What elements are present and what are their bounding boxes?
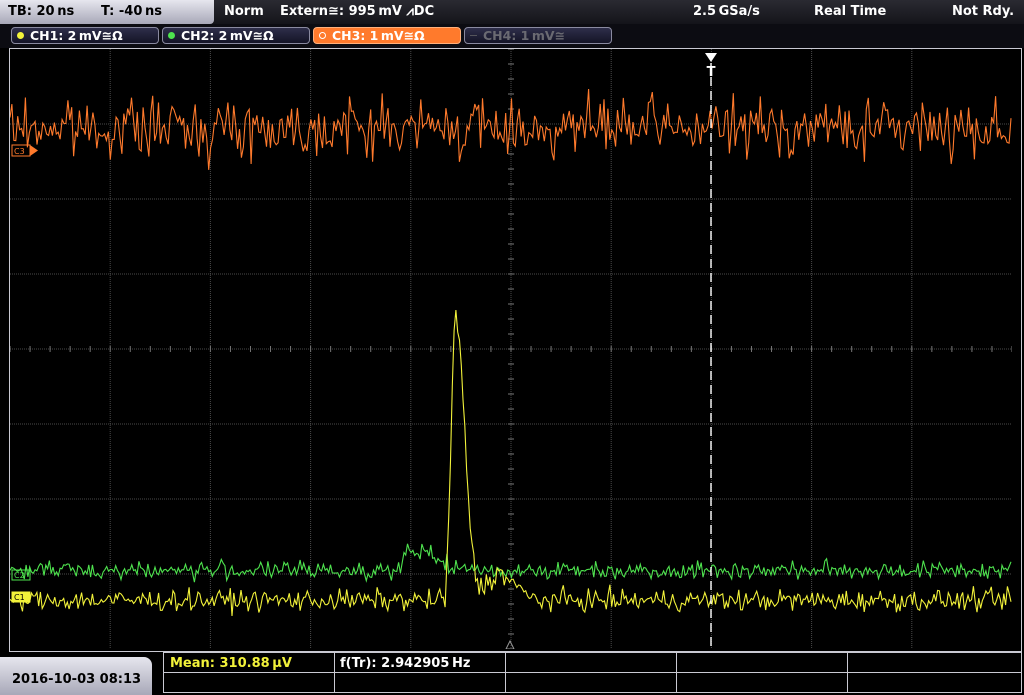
measurement-divider	[847, 653, 848, 692]
sample-rate-label: 2.5 GSa/s	[693, 4, 760, 19]
ch2-marker-label: C2	[14, 571, 25, 580]
channel-1-dot-icon	[17, 32, 24, 39]
trigger-time-label: T: -40 ns	[101, 4, 162, 19]
channel-4-button[interactable]: CH4: 1 mV≅	[464, 27, 612, 44]
channel-bar: CH1: 2 mV≅Ω CH2: 2 mV≅Ω CH3: 1 mV≅Ω CH4:…	[0, 24, 1024, 48]
timebase-box[interactable]: TB: 20 ns T: -40 ns	[0, 0, 214, 24]
bottom-bar: 2016-10-03 08:13 Mean: 310.88 µV f(Tr): …	[0, 652, 1024, 695]
acquisition-mode-label: Real Time	[814, 4, 887, 19]
measurement-divider	[334, 653, 335, 692]
trigger-source-label[interactable]: Extern≅: 995 mV ⩘DC	[280, 4, 434, 19]
waveform-display[interactable]: T C3 C2 C1	[10, 49, 1012, 649]
datetime-label: 2016-10-03 08:13	[12, 672, 142, 687]
channel-2-label: CH2: 2 mV≅Ω	[181, 28, 274, 43]
channel-1-button[interactable]: CH1: 2 mV≅Ω	[11, 27, 159, 44]
measurement-divider	[164, 672, 1021, 673]
channel-3-label: CH3: 1 mV≅Ω	[332, 28, 425, 43]
measurement-panel[interactable]: Mean: 310.88 µV f(Tr): 2.942905 Hz	[163, 652, 1022, 693]
trigger-mode-label[interactable]: Norm	[224, 4, 264, 19]
ch3-offset-marker[interactable]: C3	[11, 144, 38, 157]
ch1-offset-marker[interactable]: C1	[11, 591, 31, 603]
trigger-arrow-icon[interactable]	[705, 53, 717, 62]
channel-2-dot-icon	[168, 32, 175, 39]
mean-measurement: Mean: 310.88 µV	[170, 656, 292, 671]
channel-2-button[interactable]: CH2: 2 mV≅Ω	[162, 27, 310, 44]
measurement-divider	[505, 653, 506, 692]
frequency-measurement: f(Tr): 2.942905 Hz	[340, 656, 471, 671]
datetime-box: 2016-10-03 08:13	[0, 657, 152, 695]
measurement-divider	[676, 653, 677, 692]
channel-1-label: CH1: 2 mV≅Ω	[30, 28, 123, 43]
status-label: Not Rdy.	[952, 4, 1015, 19]
trigger-marker: T	[707, 65, 716, 80]
channel-4-label: CH4: 1 mV≅	[483, 28, 566, 43]
timebase-label: TB: 20 ns	[8, 4, 75, 19]
channel-4-off-icon	[470, 35, 477, 36]
top-status-bar: TB: 20 ns T: -40 ns Norm Extern≅: 995 mV…	[0, 0, 1024, 24]
horizontal-position-icon	[505, 639, 515, 649]
ch1-marker-label: C1	[14, 593, 25, 602]
ch3-marker-label: C3	[14, 147, 25, 156]
channel-3-dot-icon	[319, 32, 326, 39]
channel-3-button[interactable]: CH3: 1 mV≅Ω	[313, 27, 461, 44]
